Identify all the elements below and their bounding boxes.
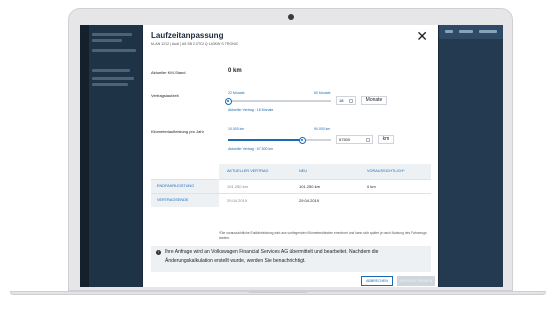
spinner-icon[interactable]: [349, 98, 353, 103]
laufzeit-label: Vertragslaufzeit: [151, 93, 179, 98]
background-nav-item: [92, 49, 136, 52]
background-nav-item: [92, 39, 122, 42]
laufzeit-current-label: Aktueller Vertrag : 18 Monate: [228, 108, 274, 112]
background-nav-item: [92, 69, 130, 72]
column-header-new: NEU: [299, 169, 308, 173]
background-content: [439, 25, 503, 287]
cell-new: 101.250 km: [299, 184, 320, 189]
laufzeit-unit: Monate: [361, 96, 387, 105]
cell-new: 29.04.2019: [299, 198, 320, 203]
km-leistung-unit: km: [378, 135, 394, 144]
cell-current: 29.04.2019: [227, 198, 248, 203]
laufzeit-modal: Laufzeitanpassung M-AN 1212 | Audi | A5 …: [143, 25, 438, 287]
background-header-item: [445, 30, 453, 33]
km-leistung-label: Kilometerlaufleistung pro Jahr: [151, 129, 204, 134]
km-leistung-input-value: 67500: [339, 137, 351, 142]
laptop-screen-frame: Laufzeitanpassung M-AN 1212 | Audi | A5 …: [68, 8, 513, 291]
background-header-item: [459, 30, 473, 33]
km-leistung-slider-track[interactable]: [228, 139, 331, 141]
km-leistung-slider-handle[interactable]: [298, 136, 306, 144]
km-leistung-input[interactable]: 67500: [336, 135, 373, 144]
cell-expected: 0 km: [367, 184, 376, 189]
app-screen: Laufzeitanpassung M-AN 1212 | Audi | A5 …: [80, 25, 503, 287]
laufzeit-min-label: 22 Monate: [228, 91, 245, 95]
km-leistung-min-label: 10.000 km: [228, 127, 245, 131]
background-nav-item: [92, 83, 128, 86]
cancel-button[interactable]: ABBRECHEN: [361, 276, 393, 286]
laufzeit-slider-handle[interactable]: [224, 97, 232, 105]
laufzeit-input-value: 18: [339, 98, 344, 103]
row-label: VERTRAGSENDE: [151, 194, 219, 207]
km-leistung-slider-fill: [228, 139, 303, 141]
modal-subtitle: M-AN 1212 | Audi | A5 SB 2.0TDI Q 140KW …: [151, 42, 239, 46]
laufzeit-input[interactable]: 18: [336, 96, 356, 105]
camera-icon: [288, 14, 294, 20]
table-row: ENDFAHRLEISTUNG 101.250 km 101.250 km 0 …: [151, 179, 431, 193]
laufzeit-max-label: 60 Monate: [314, 91, 331, 95]
send-request-button[interactable]: ANFRAGE SENDEN: [397, 276, 435, 286]
info-box: i Ihre Anfrage wird an Volkswagen Financ…: [151, 246, 431, 272]
laptop-base-notch: [248, 291, 308, 293]
table-row: VERTRAGSENDE 29.04.2019 29.04.2019: [151, 193, 431, 207]
laufzeit-slider-track[interactable]: [228, 100, 331, 102]
row-label: ENDFAHRLEISTUNG: [151, 180, 219, 193]
info-icon: i: [156, 250, 161, 255]
km-stand-label: Aktueller KM-Stand: [151, 70, 186, 75]
km-leistung-current-label: Aktueller Vertrag : 67.500 km: [228, 147, 274, 151]
background-sidebar: [80, 25, 142, 287]
close-icon[interactable]: ✕: [416, 29, 428, 43]
km-stand-value: 0 km: [228, 68, 242, 74]
background-nav-item: [92, 33, 132, 36]
info-text: Ihre Anfrage wird an Volkswagen Financia…: [165, 249, 379, 264]
footnote: *Die voraussichtliche Endfahrleistung wi…: [219, 231, 427, 240]
km-leistung-max-label: 90.000 km: [314, 127, 331, 131]
column-header-expected: VORAUSSICHTLICH*: [367, 169, 405, 173]
modal-title: Laufzeitanpassung: [151, 31, 224, 40]
cell-current: 101.250 km: [227, 184, 248, 189]
background-nav-item: [92, 77, 134, 80]
spinner-icon[interactable]: [366, 137, 370, 142]
background-nav-strip: [80, 25, 89, 287]
background-header-item: [479, 30, 497, 33]
column-header-current: AKTUELLER VERTRAG: [227, 169, 269, 173]
